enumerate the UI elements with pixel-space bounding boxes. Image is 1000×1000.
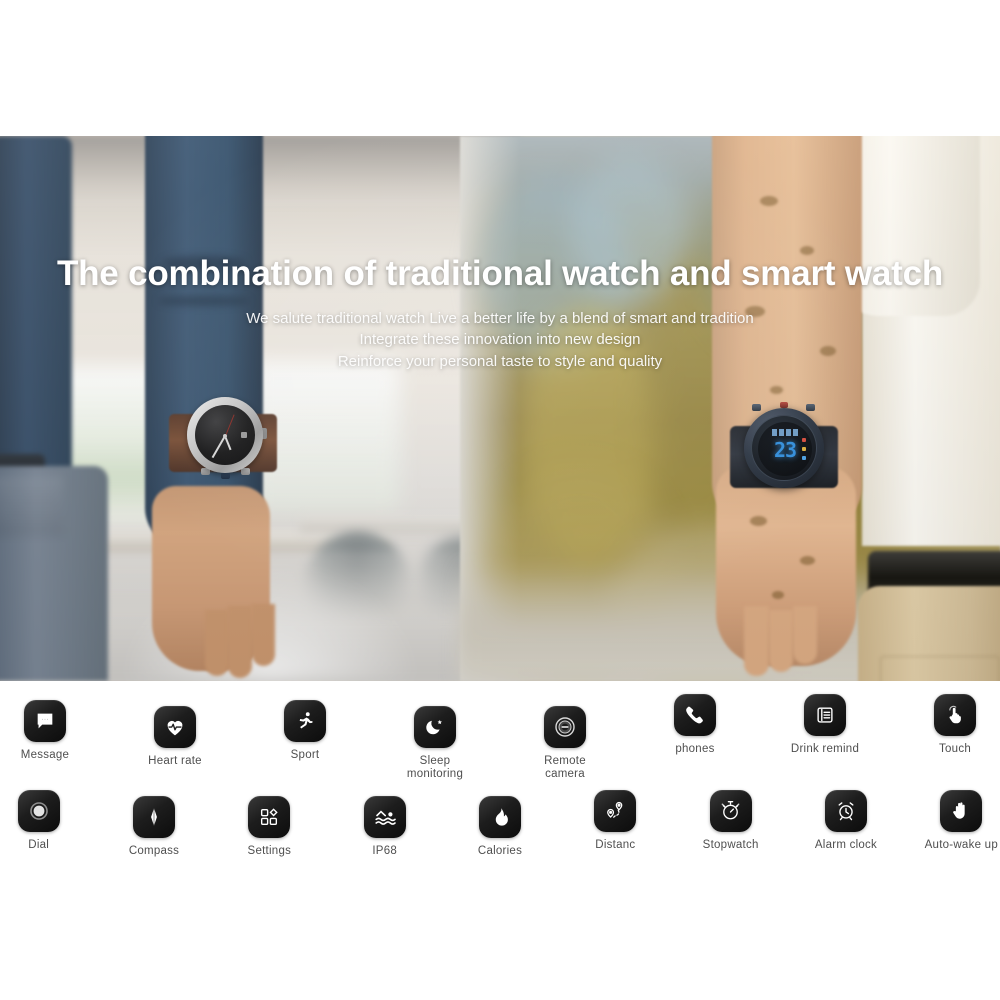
compass-needle-icon[interactable]: [133, 795, 175, 838]
watch-minute-hand: [211, 435, 226, 459]
feature-label: Alarm clock: [814, 838, 878, 851]
feature-touch[interactable]: Touch: [912, 694, 998, 756]
watch-hand-pivot: [223, 434, 227, 438]
display-indicator: [802, 447, 806, 451]
moon-star-icon[interactable]: [414, 706, 456, 748]
map-pin-route-icon[interactable]: [594, 789, 637, 832]
feature-row-2: Dial Compass Settings IP68 Calories Dist…: [0, 789, 1000, 858]
feature-label: Stopwatch: [702, 838, 759, 851]
hero-subtitle: We salute traditional watch Live a bette…: [0, 308, 1000, 372]
finger: [793, 606, 817, 664]
smart-watch: 23: [728, 402, 840, 516]
dial-circle-icon[interactable]: [17, 789, 60, 832]
app-grid-icon[interactable]: [248, 795, 291, 838]
feature-label: Dial: [28, 838, 50, 851]
watch-button: [806, 404, 815, 411]
feature-settings[interactable]: Settings: [231, 795, 308, 858]
feature-label: Auto-wake up: [924, 838, 998, 851]
feature-label: Calories: [477, 844, 523, 857]
watch-dial: [195, 405, 255, 465]
feature-remote-camera[interactable]: Remote camera: [522, 706, 608, 782]
feature-label: IP68: [372, 844, 397, 857]
feature-calories[interactable]: Calories: [461, 795, 538, 858]
left-person-trouser-near: [0, 466, 108, 681]
feature-row-1: Message Heart rate Sport Sleep monitorin…: [0, 694, 1000, 782]
display-status-icons: [772, 429, 798, 436]
feature-stopwatch[interactable]: Stopwatch: [692, 789, 769, 852]
feature-message[interactable]: Message: [2, 700, 88, 762]
feature-alarm-clock[interactable]: Alarm clock: [807, 789, 884, 852]
subtitle-line: Reinforce your personal taste to style a…: [337, 352, 663, 370]
feature-sport[interactable]: Sport: [262, 700, 348, 762]
raised-hand-icon[interactable]: [940, 789, 983, 832]
heart-pulse-icon[interactable]: [154, 706, 196, 748]
subtitle-line: We salute traditional watch Live a bette…: [246, 310, 754, 327]
running-person-icon[interactable]: [284, 700, 326, 742]
hero-copy: The combination of traditional watch and…: [0, 254, 1000, 372]
feature-label: Settings: [247, 844, 292, 857]
subtitle-line: Integrate these innovation into new desi…: [359, 331, 641, 349]
finger: [252, 604, 275, 666]
watch-case: [187, 397, 263, 473]
display-indicator: [802, 438, 806, 442]
mud-speck: [760, 196, 778, 206]
finger: [228, 606, 252, 678]
touch-hand-icon[interactable]: [934, 694, 976, 736]
product-banner-page: 23 The combination of traditional watch …: [0, 0, 1000, 1000]
feature-auto-wake-up[interactable]: Auto-wake up: [923, 789, 1000, 852]
watch-second-hand: [224, 414, 235, 437]
feature-label: phones: [675, 743, 715, 755]
feature-ip68[interactable]: IP68: [346, 795, 423, 858]
mud-speck: [800, 556, 815, 565]
feature-compass[interactable]: Compass: [115, 795, 192, 858]
watch-display: 23: [758, 422, 812, 476]
feature-label: Heart rate: [148, 755, 202, 767]
display-indicator: [802, 456, 806, 460]
feature-distance[interactable]: Distanc: [577, 789, 654, 852]
feature-drink-remind[interactable]: Drink remind: [782, 694, 868, 756]
stopwatch-icon[interactable]: [709, 789, 752, 832]
feature-label: Message: [20, 749, 70, 761]
feature-heart-rate[interactable]: Heart rate: [132, 706, 218, 768]
feature-dial[interactable]: Dial: [0, 789, 77, 852]
alarm-clock-icon[interactable]: [824, 789, 867, 832]
hero-photo: 23: [0, 136, 1000, 681]
watch-case: 23: [744, 408, 824, 488]
cargo-pocket: [880, 656, 1000, 681]
mud-speck: [770, 386, 783, 394]
camera-lens-icon[interactable]: [544, 706, 586, 748]
feature-label: Remote camera: [544, 755, 586, 781]
message-bubble-icon[interactable]: [24, 700, 66, 742]
watch-dial-logo: [241, 432, 247, 438]
finger: [744, 606, 769, 676]
finger: [769, 610, 793, 672]
hero-banner: 23 The combination of traditional watch …: [0, 136, 1000, 681]
feature-label: Touch: [939, 743, 971, 755]
watch-button: [752, 404, 761, 411]
feature-phones[interactable]: phones: [652, 694, 738, 756]
page-title: The combination of traditional watch and…: [56, 254, 944, 293]
watch-bezel: 23: [751, 415, 817, 481]
feature-sleep-monitoring[interactable]: Sleep monitoring: [392, 706, 478, 782]
phone-handset-icon[interactable]: [674, 694, 716, 736]
mud-speck: [750, 516, 767, 526]
watch-pusher: [241, 468, 250, 475]
feature-label: Distanc: [595, 838, 636, 851]
feature-label: Sleep monitoring: [406, 755, 464, 781]
water-glass-icon[interactable]: [804, 694, 846, 736]
feature-icon-grid: Message Heart rate Sport Sleep monitorin…: [0, 694, 1000, 858]
feature-label: Drink remind: [790, 743, 860, 755]
finger: [205, 610, 229, 676]
feature-label: Compass: [128, 844, 180, 857]
traditional-watch: [163, 392, 281, 504]
display-time: 23: [773, 438, 797, 463]
feature-label: Sport: [290, 749, 320, 761]
mud-speck: [772, 591, 784, 599]
watch-pusher: [221, 472, 230, 479]
water-waves-icon[interactable]: [363, 795, 406, 838]
flame-icon[interactable]: [478, 795, 521, 838]
